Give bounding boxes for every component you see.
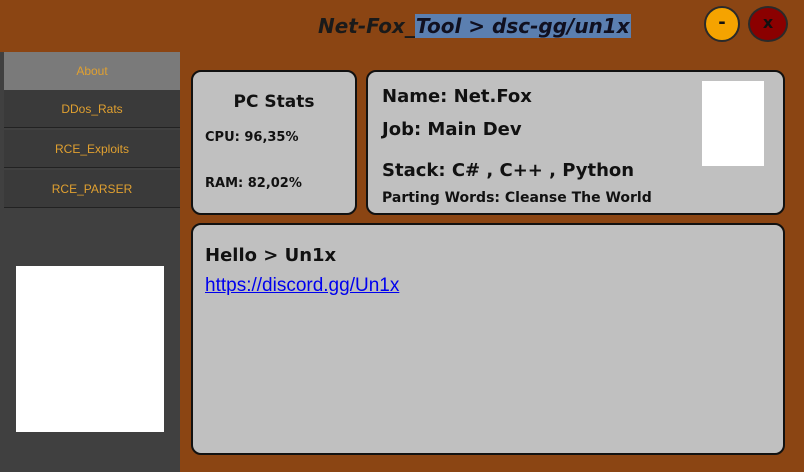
- pc-stats-panel: PC Stats CPU: 96,35% RAM: 82,02%: [191, 70, 357, 215]
- title-prefix: Net-Fox_: [318, 14, 415, 38]
- cpu-stat: CPU: 96,35%: [205, 130, 299, 145]
- discord-link[interactable]: https://discord.gg/Un1x: [205, 275, 399, 297]
- profile-job: Job: Main Dev: [382, 119, 522, 140]
- content-panel: Hello > Un1x https://discord.gg/Un1x: [191, 223, 785, 455]
- title-highlight: Tool > dsc-gg/un1x: [414, 14, 631, 38]
- sidebar-item-rce-parser[interactable]: RCE_PARSER: [4, 170, 180, 208]
- sidebar: About DDos_Rats RCE_Exploits RCE_PARSER: [0, 52, 180, 472]
- profile-parting-words: Parting Words: Cleanse The World: [382, 190, 652, 206]
- minimize-button[interactable]: -: [704, 6, 740, 42]
- ram-stat: RAM: 82,02%: [205, 176, 302, 191]
- sidebar-item-about[interactable]: About: [4, 52, 180, 90]
- sidebar-image: [16, 266, 164, 432]
- profile-panel: Name: Net.Fox Job: Main Dev Stack: C# , …: [366, 70, 785, 215]
- window-title: Net-Fox_Tool > dsc-gg/un1x: [318, 12, 631, 40]
- sidebar-item-rce-exploits[interactable]: RCE_Exploits: [4, 130, 180, 168]
- sidebar-item-ddos-rats[interactable]: DDos_Rats: [4, 90, 180, 128]
- pc-stats-title: PC Stats: [233, 92, 315, 112]
- app-window: Net-Fox_Tool > dsc-gg/un1x - x About DDo…: [0, 0, 804, 472]
- greeting-text: Hello > Un1x: [205, 245, 337, 266]
- close-button[interactable]: x: [748, 6, 788, 42]
- profile-avatar: [702, 81, 764, 166]
- profile-stack: Stack: C# , C++ , Python: [382, 160, 635, 181]
- profile-name: Name: Net.Fox: [382, 86, 532, 107]
